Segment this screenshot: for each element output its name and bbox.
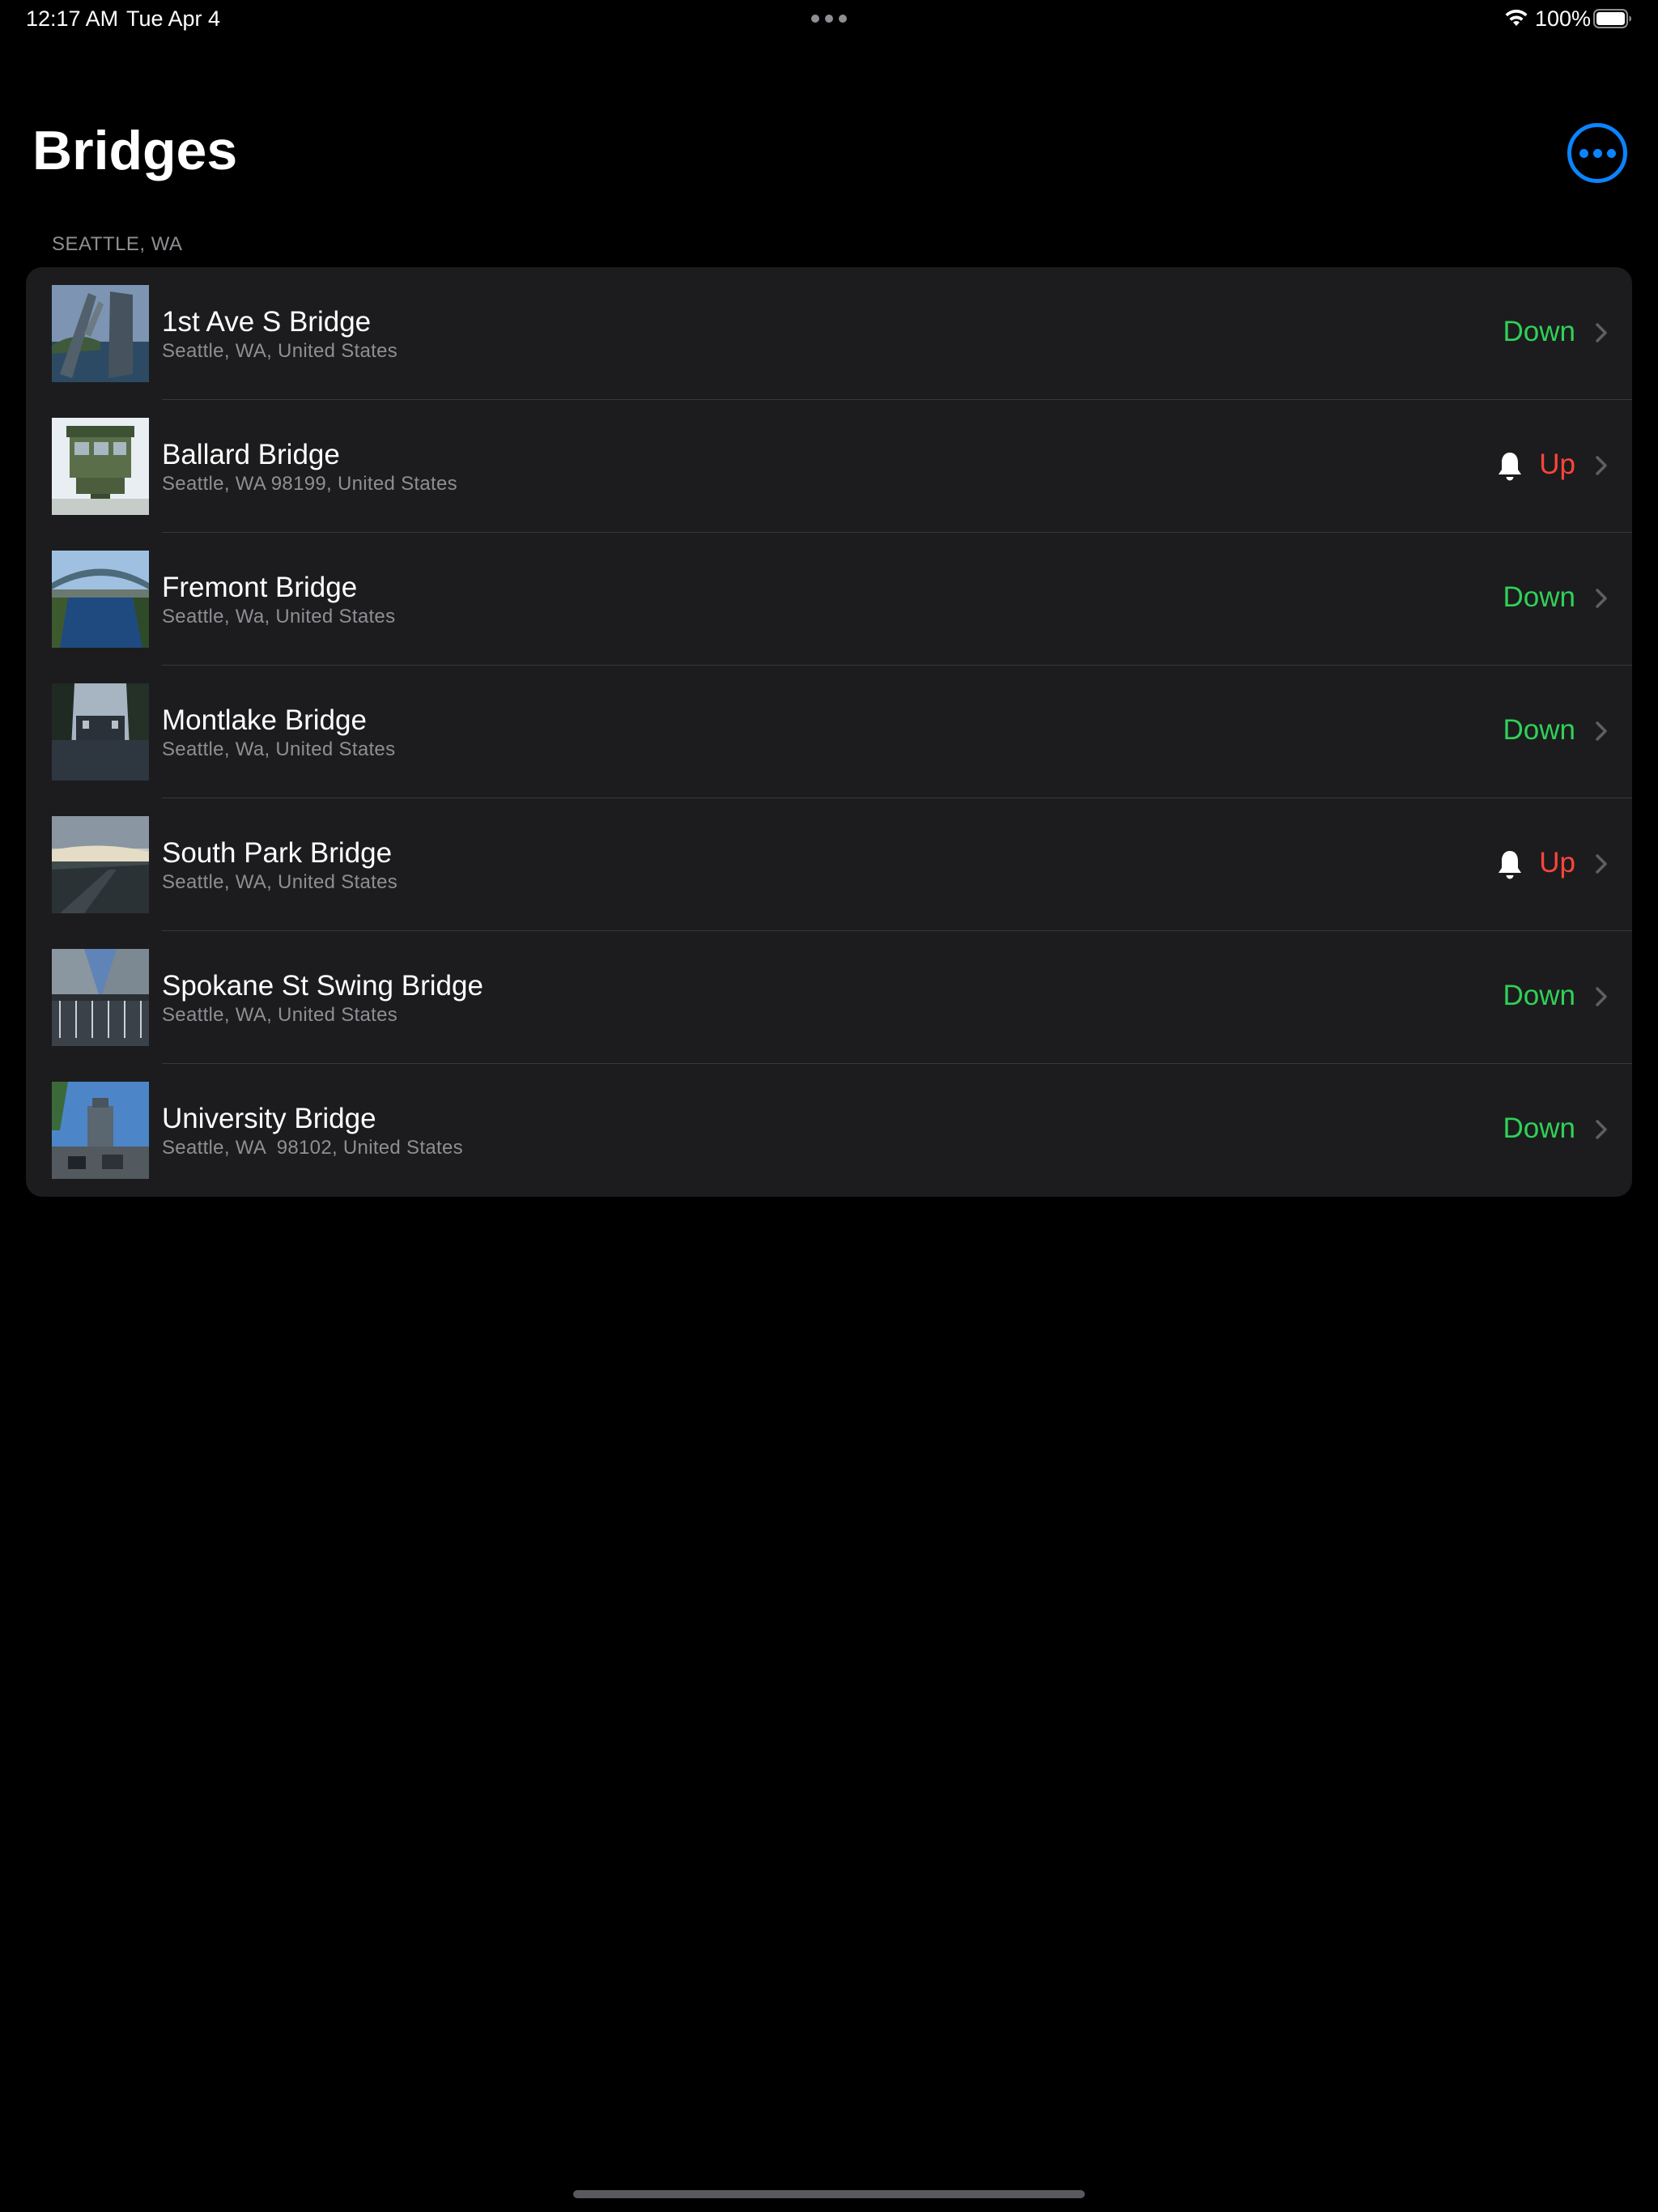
bridge-row[interactable]: Fremont Bridge Seattle, Wa, United State… xyxy=(26,533,1632,666)
bridge-row[interactable]: Ballard Bridge Seattle, WA 98199, United… xyxy=(26,400,1632,533)
bridge-status: Down xyxy=(1503,980,1575,1011)
bridge-status: Down xyxy=(1503,1112,1575,1144)
bridge-status: Down xyxy=(1503,714,1575,746)
chevron-right-icon xyxy=(1596,323,1607,342)
bridge-address: Seattle, WA, United States xyxy=(162,340,398,362)
bridge-thumbnail xyxy=(52,816,149,913)
more-options-button[interactable] xyxy=(1567,123,1627,183)
chevron-right-icon xyxy=(1596,721,1607,741)
bridge-address: Seattle, WA 98199, United States xyxy=(162,473,457,495)
battery-percentage: 100% xyxy=(1535,6,1592,31)
ellipsis-circle-icon xyxy=(1579,148,1588,158)
bridge-row[interactable]: Spokane St Swing Bridge Seattle, WA, Uni… xyxy=(26,931,1632,1064)
bridge-thumbnail xyxy=(52,949,149,1046)
home-indicator[interactable] xyxy=(573,2190,1085,2198)
section-header: SEATTLE, WA xyxy=(52,233,183,255)
bridge-thumbnail xyxy=(52,285,149,382)
bridge-status: Up xyxy=(1539,847,1575,878)
bridge-row[interactable]: South Park Bridge Seattle, WA, United St… xyxy=(26,798,1632,931)
battery-icon xyxy=(1593,9,1631,28)
page-title: Bridges xyxy=(32,120,238,181)
bridge-address: Seattle, Wa, United States xyxy=(162,606,396,627)
chevron-right-icon xyxy=(1596,1120,1607,1139)
bridge-address: Seattle, WA, United States xyxy=(162,871,398,893)
status-time: 12:17 AM xyxy=(26,6,119,31)
chevron-right-icon xyxy=(1596,589,1607,608)
bridge-row[interactable]: Montlake Bridge Seattle, Wa, United Stat… xyxy=(26,666,1632,798)
bridge-name: University Bridge xyxy=(162,1103,376,1134)
bridge-row[interactable]: 1st Ave S Bridge Seattle, WA, United Sta… xyxy=(26,267,1632,400)
bridge-status: Down xyxy=(1503,581,1575,613)
chevron-right-icon xyxy=(1596,854,1607,874)
bridge-thumbnail xyxy=(52,1082,149,1179)
bridge-name: Montlake Bridge xyxy=(162,704,367,736)
status-bar: 12:17 AM Tue Apr 4 100% xyxy=(0,0,1658,39)
bridge-address: Seattle, WA 98102, United States xyxy=(162,1137,463,1159)
bridge-name: Fremont Bridge xyxy=(162,572,358,603)
wifi-icon xyxy=(1505,9,1528,26)
bridge-name: 1st Ave S Bridge xyxy=(162,306,372,338)
bridge-address: Seattle, WA, United States xyxy=(162,1004,398,1026)
bridge-status: Down xyxy=(1503,316,1575,347)
bridge-thumbnail xyxy=(52,418,149,515)
bridge-list: 1st Ave S Bridge Seattle, WA, United Sta… xyxy=(26,267,1632,1197)
bridge-name: Ballard Bridge xyxy=(162,439,340,470)
chevron-right-icon xyxy=(1596,987,1607,1006)
bridge-name: Spokane St Swing Bridge xyxy=(162,970,483,1002)
bell-icon xyxy=(1499,851,1521,879)
multitasking-menu-icon[interactable] xyxy=(811,15,847,23)
bridge-name: South Park Bridge xyxy=(162,837,393,869)
status-date: Tue Apr 4 xyxy=(126,6,221,31)
bridge-thumbnail xyxy=(52,683,149,781)
bridge-status: Up xyxy=(1539,449,1575,480)
chevron-right-icon xyxy=(1596,456,1607,475)
bridge-thumbnail xyxy=(52,551,149,648)
bridge-address: Seattle, Wa, United States xyxy=(162,738,396,760)
bridge-row[interactable]: University Bridge Seattle, WA 98102, Uni… xyxy=(26,1064,1632,1197)
bell-icon xyxy=(1499,453,1521,481)
